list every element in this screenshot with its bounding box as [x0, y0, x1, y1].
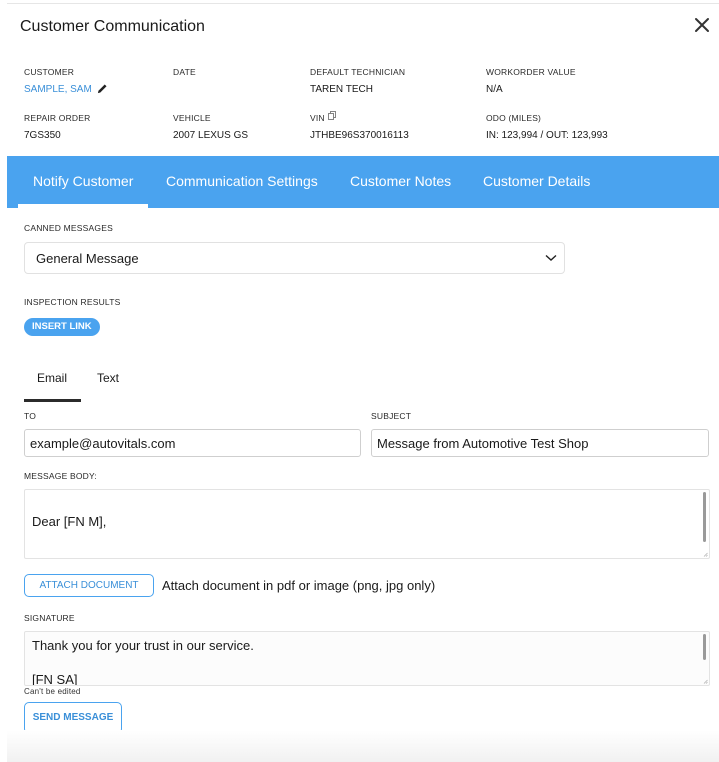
tab-email[interactable]: Email [37, 371, 67, 385]
dialog-footer-shade [7, 730, 719, 762]
dialog-title: Customer Communication [20, 18, 205, 35]
vin-label: VIN [310, 113, 325, 123]
chevron-down-icon [545, 254, 557, 261]
canned-messages-selected: General Message [36, 251, 139, 266]
attach-document-hint: Attach document in pdf or image (png, jp… [162, 578, 436, 593]
customer-name-link[interactable]: SAMPLE, SAM [24, 84, 92, 95]
vehicle-value: 2007 LEXUS GS [173, 130, 249, 141]
to-label: TO [24, 411, 37, 421]
message-body-label: MESSAGE BODY: [24, 471, 97, 481]
workorder-value: N/A [486, 84, 503, 95]
to-input[interactable] [24, 429, 361, 457]
inspection-results-label: INSPECTION RESULTS [24, 297, 121, 307]
vin-value: JTHBE96S370016113 [310, 130, 409, 141]
tab-text[interactable]: Text [97, 371, 119, 385]
subject-input[interactable] [371, 429, 709, 457]
signature-line-1: Thank you for your trust in our service. [32, 638, 254, 653]
canned-messages-select[interactable]: General Message [24, 242, 565, 274]
resize-grip-icon[interactable] [703, 552, 708, 557]
tab-customer-details[interactable]: Customer Details [483, 173, 590, 189]
copy-icon[interactable] [328, 111, 336, 120]
subject-label: SUBJECT [371, 411, 412, 421]
signature-textarea: Thank you for your trust in our service.… [24, 631, 710, 686]
vehicle-label: VEHICLE [173, 113, 211, 123]
message-body-scrollbar[interactable] [703, 492, 706, 542]
insert-link-button[interactable]: INSERT LINK [24, 318, 100, 336]
canned-messages-label: CANNED MESSAGES [24, 223, 113, 233]
signature-line-2: [FN SA] [32, 672, 78, 686]
date-label: DATE [173, 67, 196, 77]
technician-value: TAREN TECH [310, 84, 373, 95]
resize-grip-icon [703, 679, 708, 684]
repair-order-value: 7GS350 [24, 130, 61, 141]
close-icon[interactable] [693, 16, 711, 34]
signature-scrollbar[interactable] [703, 634, 706, 660]
signature-label: SIGNATURE [24, 613, 75, 623]
tab-bar: Notify Customer Communication Settings C… [7, 156, 719, 208]
tab-customer-notes[interactable]: Customer Notes [350, 173, 451, 189]
workorder-label: WORKORDER VALUE [486, 67, 576, 77]
message-body-textarea[interactable]: Dear [FN M], [24, 489, 710, 559]
technician-label: DEFAULT TECHNICIAN [310, 67, 406, 77]
tab-communication-settings[interactable]: Communication Settings [166, 173, 318, 189]
active-tab-indicator [18, 204, 148, 208]
attach-document-button[interactable]: ATTACH DOCUMENT [24, 574, 154, 597]
odo-value: IN: 123,994 / OUT: 123,993 [486, 130, 608, 141]
tab-notify-customer[interactable]: Notify Customer [33, 173, 133, 189]
message-body-text: Dear [FN M], [32, 514, 107, 529]
odo-label: ODO (MILES) [486, 113, 542, 123]
active-subtab-indicator [24, 399, 81, 402]
customer-label: CUSTOMER [24, 67, 75, 77]
signature-note: Can't be edited [24, 687, 81, 696]
pencil-icon[interactable] [97, 83, 108, 94]
repair-order-label: REPAIR ORDER [24, 113, 91, 123]
customer-communication-dialog: Customer Communication CUSTOMER SAMPLE, … [7, 3, 719, 762]
